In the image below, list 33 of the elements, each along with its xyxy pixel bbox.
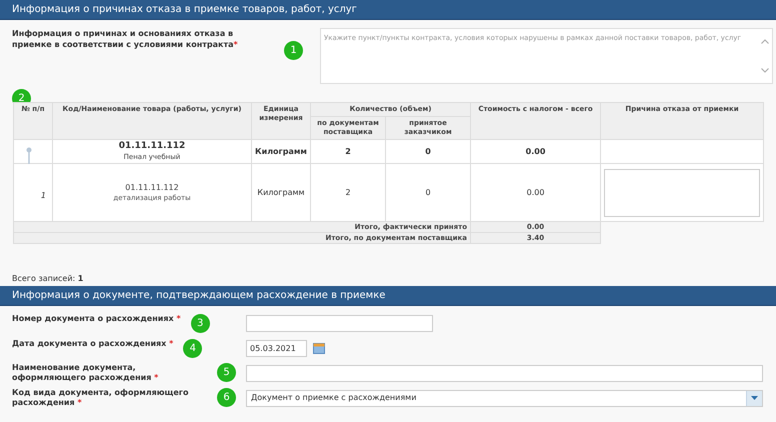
step-marker: 5	[217, 363, 236, 382]
text-field[interactable]	[246, 364, 763, 382]
dropdown-icon[interactable]	[746, 390, 762, 406]
date-field[interactable]: 05.03.2021	[246, 340, 307, 356]
table-cell: 2	[310, 140, 386, 164]
table-cell: Килограмм	[252, 164, 310, 222]
scroll-up-icon[interactable]	[761, 39, 769, 44]
step-marker: 1	[284, 41, 303, 60]
table-cell: 0.00	[470, 164, 601, 222]
field-label: Наименование документа, оформляющего расхождения *	[12, 363, 160, 383]
field-label: Код вида документа, оформляющего расхождения *	[12, 388, 190, 408]
item-code: 01.11.11.112	[124, 182, 180, 192]
select-field[interactable]: Документ о приемке с расхождениями	[246, 390, 763, 406]
table-cell: 0	[386, 140, 471, 164]
field-label: Дата документа о расхождениях *	[12, 338, 174, 348]
records-count: Всего записей: 1	[12, 274, 84, 283]
section-header: Информация о документе, подтверждающем расхождение в приемке	[0, 286, 776, 306]
step-marker: 3	[190, 314, 210, 332]
table-cell: 2	[310, 164, 386, 222]
step-marker: 4	[183, 338, 202, 358]
item-code: 01.11.11.112	[118, 140, 186, 152]
table-cell: Килограмм	[252, 140, 310, 164]
table-cell: 0.00	[470, 140, 601, 164]
text-field[interactable]	[246, 314, 433, 332]
field-label: Номер документа о расхождениях *	[12, 314, 181, 324]
scroll-down-icon[interactable]	[761, 68, 769, 73]
step-marker: 6	[217, 388, 236, 407]
table-cell: 0	[386, 164, 471, 222]
field-label: Информация о причинах и основаниях отказа в приемке в соответствии с условиями контракта*	[12, 28, 239, 50]
section-header: Информация о причинах отказа в приемке товаров, работ, услуг	[0, 0, 776, 20]
row-number: 1	[40, 190, 46, 200]
reason-field[interactable]	[604, 168, 760, 216]
calendar-icon[interactable]	[313, 342, 325, 354]
